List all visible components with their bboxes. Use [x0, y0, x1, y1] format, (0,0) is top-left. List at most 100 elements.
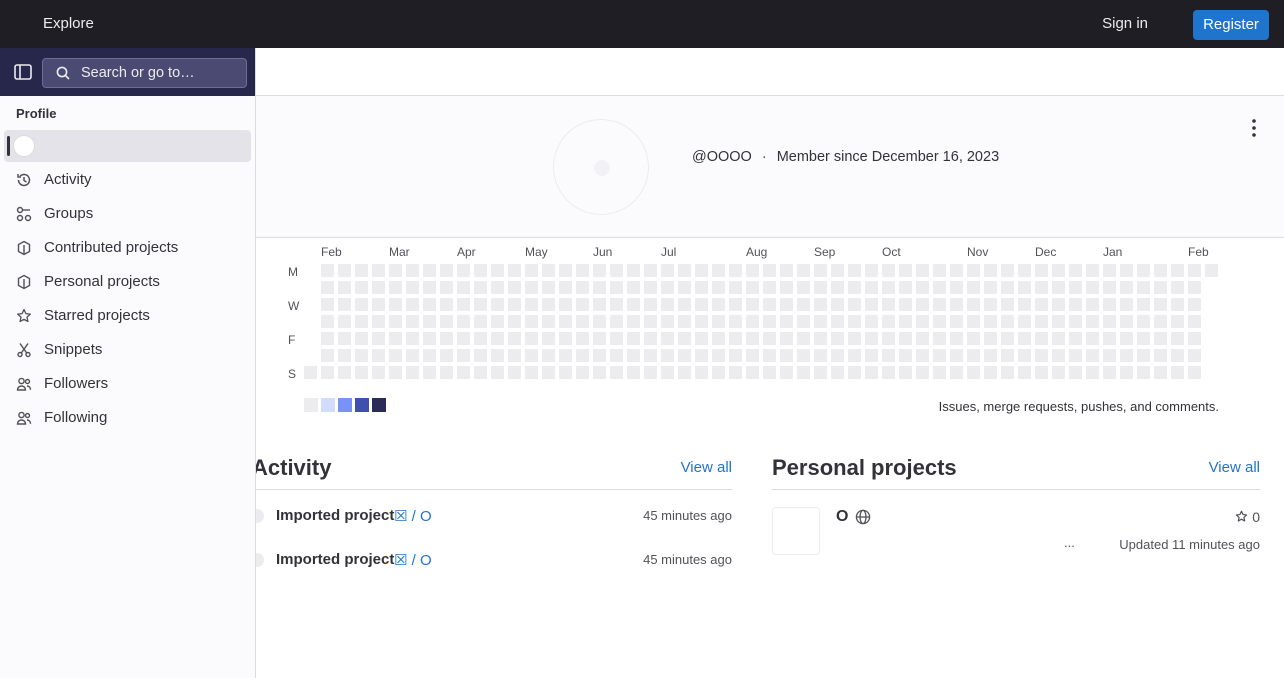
calendar-day-cell[interactable] [882, 315, 895, 328]
calendar-day-cell[interactable] [678, 349, 691, 362]
calendar-day-cell[interactable] [593, 315, 606, 328]
calendar-day-cell[interactable] [525, 315, 538, 328]
calendar-day-cell[interactable] [831, 366, 844, 379]
calendar-day-cell[interactable] [950, 298, 963, 311]
calendar-day-cell[interactable] [865, 332, 878, 345]
calendar-day-cell[interactable] [508, 281, 521, 294]
calendar-day-cell[interactable] [457, 332, 470, 345]
calendar-day-cell[interactable] [899, 332, 912, 345]
calendar-day-cell[interactable] [695, 315, 708, 328]
calendar-day-cell[interactable] [1171, 332, 1184, 345]
calendar-day-cell[interactable] [848, 315, 861, 328]
calendar-day-cell[interactable] [967, 264, 980, 277]
calendar-day-cell[interactable] [950, 281, 963, 294]
calendar-day-cell[interactable] [1154, 332, 1167, 345]
sidebar-item-snippets[interactable]: Snippets [4, 334, 251, 366]
calendar-day-cell[interactable] [610, 264, 623, 277]
calendar-day-cell[interactable] [933, 281, 946, 294]
calendar-day-cell[interactable] [593, 264, 606, 277]
calendar-day-cell[interactable] [814, 366, 827, 379]
calendar-day-cell[interactable] [576, 315, 589, 328]
calendar-day-cell[interactable] [678, 298, 691, 311]
calendar-day-cell[interactable] [933, 332, 946, 345]
calendar-day-cell[interactable] [712, 366, 725, 379]
calendar-day-cell[interactable] [695, 281, 708, 294]
calendar-day-cell[interactable] [831, 332, 844, 345]
calendar-day-cell[interactable] [984, 298, 997, 311]
calendar-day-cell[interactable] [763, 366, 776, 379]
calendar-day-cell[interactable] [967, 332, 980, 345]
calendar-day-cell[interactable] [712, 298, 725, 311]
calendar-day-cell[interactable] [1035, 366, 1048, 379]
calendar-day-cell[interactable] [1052, 298, 1065, 311]
calendar-day-cell[interactable] [474, 281, 487, 294]
calendar-day-cell[interactable] [406, 349, 419, 362]
calendar-day-cell[interactable] [1137, 298, 1150, 311]
calendar-day-cell[interactable] [1103, 349, 1116, 362]
calendar-day-cell[interactable] [1154, 281, 1167, 294]
calendar-day-cell[interactable] [1086, 349, 1099, 362]
calendar-day-cell[interactable] [1069, 332, 1082, 345]
calendar-day-cell[interactable] [848, 332, 861, 345]
calendar-day-cell[interactable] [746, 298, 759, 311]
calendar-day-cell[interactable] [559, 281, 572, 294]
calendar-day-cell[interactable] [695, 332, 708, 345]
calendar-day-cell[interactable] [1188, 366, 1201, 379]
calendar-day-cell[interactable] [967, 298, 980, 311]
calendar-day-cell[interactable] [1154, 315, 1167, 328]
calendar-day-cell[interactable] [1120, 281, 1133, 294]
register-button[interactable]: Register [1193, 10, 1269, 40]
calendar-day-cell[interactable] [627, 366, 640, 379]
calendar-day-cell[interactable] [508, 315, 521, 328]
calendar-day-cell[interactable] [950, 366, 963, 379]
calendar-day-cell[interactable] [729, 332, 742, 345]
calendar-day-cell[interactable] [576, 281, 589, 294]
calendar-day-cell[interactable] [610, 349, 623, 362]
calendar-day-cell[interactable] [491, 298, 504, 311]
calendar-day-cell[interactable] [933, 298, 946, 311]
calendar-day-cell[interactable] [440, 281, 453, 294]
calendar-day-cell[interactable] [950, 349, 963, 362]
sidebar-item-starred-projects[interactable]: Starred projects [4, 300, 251, 332]
calendar-day-cell[interactable] [491, 332, 504, 345]
calendar-day-cell[interactable] [1086, 281, 1099, 294]
activity-project-link[interactable]: ☒ / O [394, 551, 432, 569]
sidebar-item-followers[interactable]: Followers [4, 368, 251, 400]
calendar-day-cell[interactable] [984, 349, 997, 362]
calendar-day-cell[interactable] [1018, 281, 1031, 294]
calendar-day-cell[interactable] [746, 332, 759, 345]
calendar-day-cell[interactable] [678, 366, 691, 379]
calendar-day-cell[interactable] [678, 332, 691, 345]
calendar-day-cell[interactable] [406, 315, 419, 328]
calendar-day-cell[interactable] [814, 264, 827, 277]
calendar-day-cell[interactable] [1188, 349, 1201, 362]
calendar-day-cell[interactable] [457, 298, 470, 311]
calendar-day-cell[interactable] [1001, 332, 1014, 345]
calendar-day-cell[interactable] [644, 298, 657, 311]
calendar-day-cell[interactable] [474, 349, 487, 362]
calendar-day-cell[interactable] [474, 366, 487, 379]
calendar-day-cell[interactable] [950, 332, 963, 345]
calendar-day-cell[interactable] [389, 332, 402, 345]
calendar-day-cell[interactable] [984, 281, 997, 294]
calendar-day-cell[interactable] [1001, 281, 1014, 294]
calendar-day-cell[interactable] [1154, 366, 1167, 379]
calendar-day-cell[interactable] [355, 298, 368, 311]
calendar-day-cell[interactable] [508, 298, 521, 311]
calendar-day-cell[interactable] [899, 264, 912, 277]
calendar-day-cell[interactable] [491, 315, 504, 328]
calendar-day-cell[interactable] [916, 332, 929, 345]
calendar-day-cell[interactable] [1171, 264, 1184, 277]
calendar-day-cell[interactable] [1086, 264, 1099, 277]
calendar-day-cell[interactable] [831, 264, 844, 277]
calendar-day-cell[interactable] [355, 264, 368, 277]
calendar-day-cell[interactable] [814, 281, 827, 294]
calendar-day-cell[interactable] [1069, 298, 1082, 311]
calendar-day-cell[interactable] [1137, 332, 1150, 345]
calendar-day-cell[interactable] [423, 298, 436, 311]
calendar-day-cell[interactable] [1069, 315, 1082, 328]
calendar-day-cell[interactable] [1103, 366, 1116, 379]
sidebar-item-personal-projects[interactable]: Personal projects [4, 266, 251, 298]
calendar-day-cell[interactable] [712, 315, 725, 328]
calendar-day-cell[interactable] [321, 366, 334, 379]
